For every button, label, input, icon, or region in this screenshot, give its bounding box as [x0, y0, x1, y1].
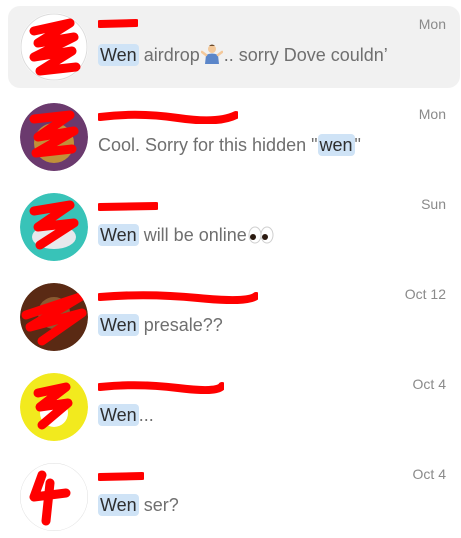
chat-name-redacted	[98, 290, 258, 308]
person-shrugging-emoji	[200, 44, 223, 71]
search-highlight: Wen	[98, 404, 139, 426]
preview-text-end: "	[354, 135, 361, 155]
chat-row-2[interactable]: Mon Cool. Sorry for this hidden " wen "	[8, 96, 460, 178]
chat-name-redacted	[98, 200, 158, 218]
chat-preview: Wen...	[98, 402, 448, 428]
chat-preview: Wen ser?	[98, 492, 448, 518]
chat-row-1[interactable]: Mon Wen airdrop .. sorry Dove couldn’	[8, 6, 460, 88]
chat-row-6[interactable]: Oct 4 Wen ser?	[8, 456, 460, 538]
chat-date: Sun	[421, 196, 446, 212]
preview-text: ...	[138, 405, 154, 425]
chat-name-redacted	[98, 470, 144, 488]
chat-name-redacted	[98, 380, 224, 398]
avatar-redacted[interactable]	[20, 463, 88, 531]
chat-date: Oct 4	[412, 376, 446, 392]
preview-text: Cool. Sorry for this hidden "	[98, 135, 318, 155]
chat-preview: Wen will be online	[98, 222, 448, 251]
chat-row-3[interactable]: Sun Wen will be online	[8, 186, 460, 268]
chat-date: Oct 12	[404, 286, 446, 302]
chat-preview: Wen airdrop .. sorry Dove couldn’	[98, 42, 448, 71]
avatar-redacted[interactable]	[20, 373, 88, 441]
avatar-redacted[interactable]	[20, 103, 88, 171]
search-highlight: Wen	[98, 224, 139, 246]
preview-text: will be online	[138, 225, 247, 245]
avatar-redacted[interactable]	[20, 13, 88, 81]
search-highlight: Wen	[98, 314, 139, 336]
chat-date: Mon	[418, 106, 446, 122]
preview-text: presale??	[138, 315, 223, 335]
chat-name-redacted	[98, 18, 138, 36]
search-highlight: wen	[317, 134, 355, 156]
chat-name-redacted	[98, 110, 238, 128]
preview-text: ser?	[138, 495, 179, 515]
chat-preview: Wen presale??	[98, 312, 448, 338]
chat-date: Oct 4	[412, 466, 446, 482]
chat-row-4[interactable]: Oct 12 Wen presale??	[8, 276, 460, 358]
preview-text: airdrop	[138, 45, 200, 65]
eyes-emoji	[248, 225, 274, 251]
search-highlight: Wen	[98, 494, 139, 516]
chat-preview: Cool. Sorry for this hidden " wen "	[98, 132, 448, 158]
search-highlight: Wen	[98, 44, 139, 66]
preview-text-tail: .. sorry Dove couldn’	[223, 45, 388, 65]
avatar-redacted[interactable]	[20, 283, 88, 351]
avatar-redacted[interactable]	[20, 193, 88, 261]
chat-list: Mon Wen airdrop .. sorry Dove couldn’ Mon…	[0, 0, 461, 538]
chat-date: Mon	[418, 16, 446, 32]
chat-row-5[interactable]: Oct 4 Wen...	[8, 366, 460, 448]
